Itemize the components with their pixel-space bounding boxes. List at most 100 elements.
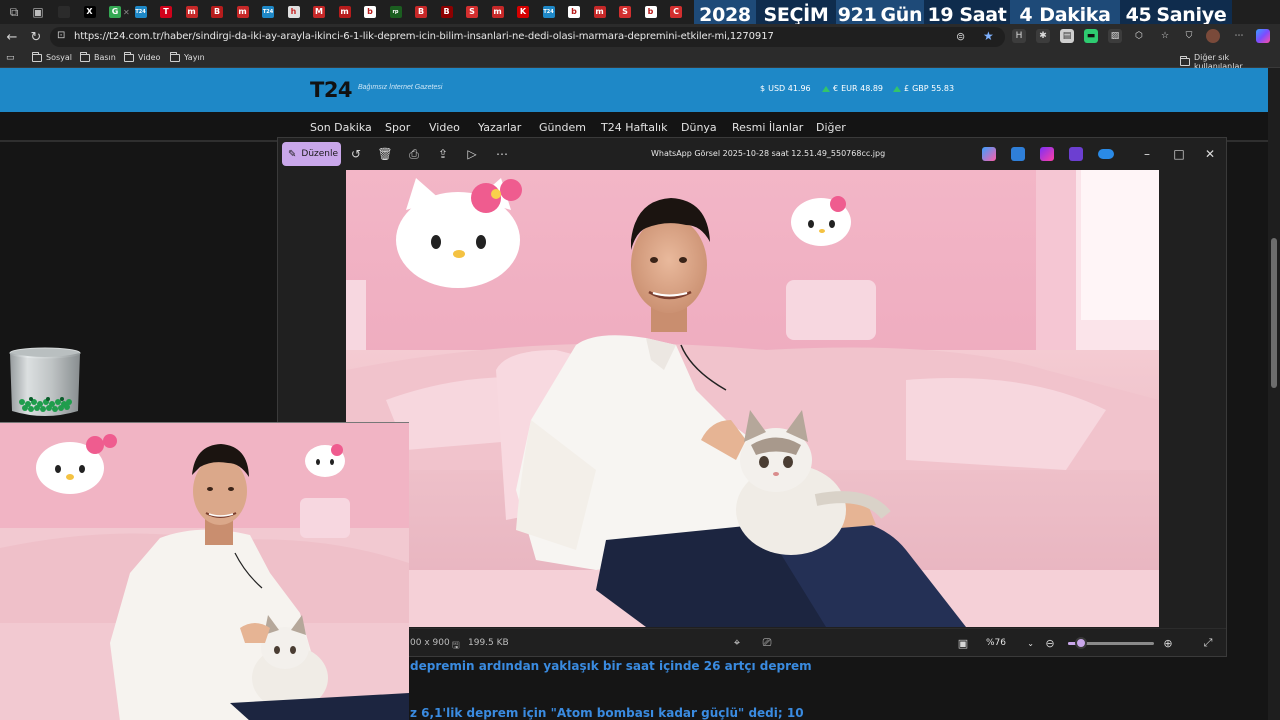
extension-screenshot-icon[interactable]: ▤ [1060, 29, 1074, 43]
zoom-out-icon[interactable]: ⊖ [1042, 635, 1058, 651]
browser-tab[interactable]: B [211, 5, 235, 19]
browser-tab[interactable]: m [236, 5, 261, 19]
tab-favicon-icon: C [670, 6, 682, 18]
tab-favicon-icon: m [185, 6, 198, 18]
url-text[interactable]: https://t24.com.tr/haber/sindirgi-da-iki… [74, 31, 774, 42]
site-logo[interactable]: T24 [310, 78, 353, 102]
zoom-slider-thumb[interactable] [1074, 637, 1087, 649]
scan-text-icon[interactable]: ⎚ [759, 635, 775, 651]
browser-tab[interactable]: rp [389, 5, 414, 19]
reload-icon[interactable]: ↻ [28, 29, 44, 45]
browser-tab[interactable]: M [313, 5, 337, 19]
close-icon[interactable]: ✕ [1201, 145, 1219, 163]
bookmark-label: Video [138, 53, 161, 62]
maximize-icon[interactable]: □ [1170, 145, 1188, 163]
nav-diger[interactable]: Diğer [816, 121, 846, 134]
minimize-icon[interactable]: – [1138, 145, 1156, 163]
nav-t24-haftalik[interactable]: T24 Haftalık [601, 121, 667, 134]
browser-tab[interactable]: T24 [542, 5, 567, 19]
browser-tab[interactable]: b [644, 5, 669, 19]
tab-favicon-icon: S [619, 6, 631, 18]
tab-actions-icon[interactable]: ▣ [30, 4, 46, 20]
browser-tab[interactable]: B [415, 5, 439, 19]
currency-value: EUR 48.89 [841, 84, 884, 93]
nav-resmi-ilanlar[interactable]: Resmi İlanlar [732, 121, 803, 134]
tab-favicon-icon: M [313, 6, 325, 18]
more-menu-icon[interactable]: ⋯ [1232, 29, 1246, 43]
delete-icon[interactable]: 🗑 [377, 146, 393, 162]
reading-mode-icon[interactable]: ⊜ [956, 30, 965, 43]
favorite-star-icon[interactable]: ★ [983, 29, 994, 43]
rotate-icon[interactable]: ↺ [348, 146, 364, 162]
browser-tab[interactable]: X [83, 5, 108, 19]
nav-dunya[interactable]: Dünya [681, 121, 717, 134]
fit-to-window-icon[interactable]: ▣ [955, 635, 971, 651]
nav-son-dakika[interactable]: Son Dakika [310, 121, 372, 134]
displayed-photo[interactable] [346, 170, 1159, 627]
browser-tab[interactable]: S [619, 5, 643, 19]
profile-avatar[interactable] [1206, 29, 1220, 43]
print-icon[interactable]: ⎙ [406, 146, 422, 162]
more-options-icon[interactable]: ⋯ [494, 146, 510, 162]
address-bar[interactable]: ⊡ https://t24.com.tr/haber/sindirgi-da-i… [50, 27, 1005, 47]
back-arrow-icon[interactable]: ← [4, 29, 20, 45]
zoom-in-icon[interactable]: ⊕ [1160, 635, 1176, 651]
browser-tab[interactable]: T [160, 5, 184, 19]
clipchamp-app-icon[interactable] [1040, 147, 1054, 161]
site-info-icon[interactable]: ⊡ [57, 30, 65, 41]
browser-tab[interactable]: T24 [262, 5, 286, 19]
bookmark-folder-yayin[interactable]: Yayın [170, 51, 205, 62]
news-headline[interactable]: z 6,1'lik deprem için "Atom bombası kada… [410, 706, 804, 720]
extensions-icon[interactable]: ⬡ [1132, 29, 1146, 43]
browser-tab[interactable]: m [491, 5, 516, 19]
browser-tab[interactable]: h [287, 5, 312, 19]
copilot-icon[interactable] [1256, 29, 1270, 43]
bookmark-folder-sosyal[interactable]: Sosyal [32, 51, 72, 62]
share-icon[interactable]: ⇪ [435, 146, 451, 162]
news-headline[interactable]: depremin ardından yaklaşık bir saat için… [410, 659, 812, 673]
browser-tab[interactable]: S [466, 5, 490, 19]
scrollbar-thumb[interactable] [1271, 238, 1277, 388]
favorites-icon[interactable]: ☆ [1158, 29, 1172, 43]
bookmark-device-icon[interactable]: ▭ [6, 53, 15, 63]
bookmark-folder-basin[interactable]: Basın [80, 51, 116, 62]
extension-h-icon[interactable]: H [1012, 29, 1026, 43]
designer-app-icon[interactable] [1011, 147, 1025, 161]
browser-tab[interactable]: m [338, 5, 363, 19]
browser-tab[interactable]: m [185, 5, 210, 19]
edit-button[interactable]: ✎ Düzenle [282, 142, 341, 166]
browser-tab[interactable] [58, 5, 82, 19]
nav-video[interactable]: Video [429, 121, 460, 134]
slideshow-icon[interactable]: ▷ [464, 146, 480, 162]
browser-tab[interactable]: b [364, 5, 388, 19]
browser-essentials-icon[interactable]: ⛉ [1182, 29, 1196, 43]
nav-yazarlar[interactable]: Yazarlar [478, 121, 521, 134]
onedrive-icon[interactable] [1098, 149, 1114, 159]
countdown-seconds-value: 45 [1125, 3, 1152, 26]
copilot-app-icon[interactable] [982, 147, 996, 161]
image-canvas[interactable] [278, 170, 1226, 628]
page-scrollbar[interactable] [1268, 68, 1280, 720]
browser-tab[interactable]: B [440, 5, 465, 19]
browser-tab[interactable]: m [593, 5, 618, 19]
zoom-level-dropdown[interactable]: %76 ⌄ [978, 633, 1040, 653]
close-tab-icon[interactable]: ✕ [123, 8, 130, 17]
browser-tab-active[interactable]: G ✕ [109, 5, 133, 19]
zoom-slider[interactable] [1068, 637, 1154, 649]
nav-gundem[interactable]: Gündem [539, 121, 586, 134]
extension-image-icon[interactable]: ▨ [1108, 29, 1122, 43]
folder-icon [124, 51, 134, 62]
extension-green-icon[interactable]: ▬ [1084, 29, 1098, 43]
bookmark-folder-video[interactable]: Video [124, 51, 161, 62]
extension-puzzle-icon[interactable]: ✱ [1036, 29, 1050, 43]
visual-search-icon[interactable]: ⌖ [729, 635, 745, 651]
browser-tab[interactable]: b [568, 5, 592, 19]
nav-spor[interactable]: Spor [385, 121, 410, 134]
browser-tab[interactable]: T24 [134, 5, 159, 19]
browser-tab[interactable]: C [670, 5, 694, 19]
video-editor-app-icon[interactable] [1069, 147, 1083, 161]
fullscreen-icon[interactable]: ⤢ [1200, 635, 1216, 651]
picture-in-picture-video[interactable] [0, 422, 409, 720]
workspaces-icon[interactable]: ⧉ [6, 4, 22, 20]
browser-tab[interactable]: K [517, 5, 541, 19]
